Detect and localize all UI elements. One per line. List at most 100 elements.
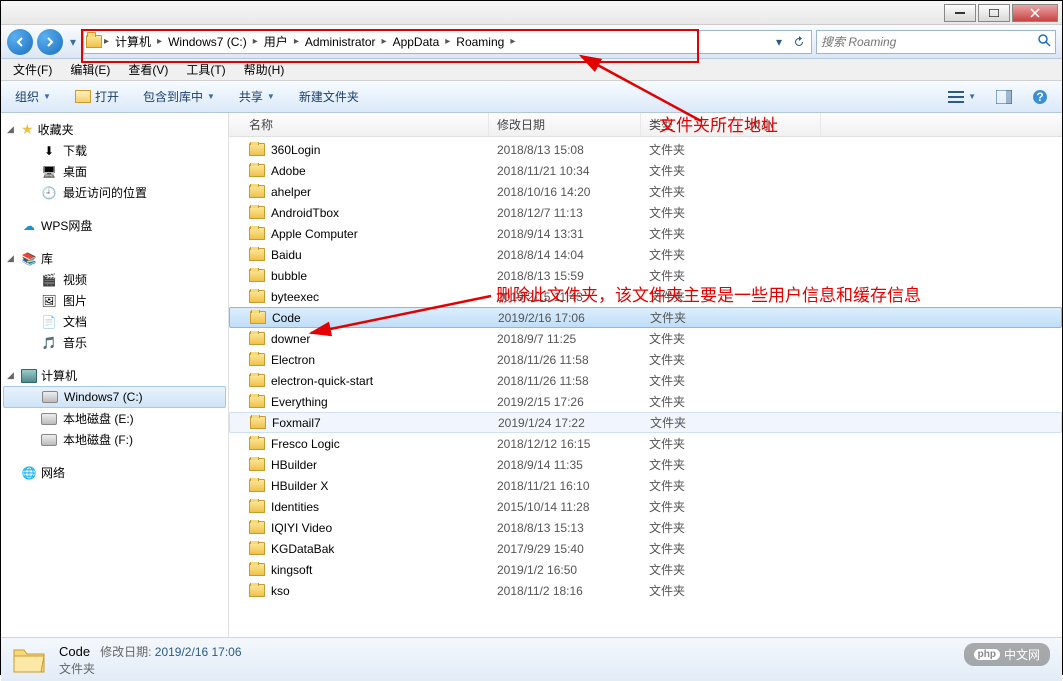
file-name: 360Login	[271, 143, 320, 157]
sidebar-item-music[interactable]: 🎵音乐	[1, 332, 228, 353]
file-name: KGDataBak	[271, 542, 334, 556]
breadcrumb-item[interactable]: 计算机	[111, 31, 155, 53]
table-row[interactable]: byteexec2019/2/15 11:43文件夹	[229, 286, 1062, 307]
chevron-right-icon[interactable]: ▸	[251, 36, 260, 47]
search-box[interactable]	[816, 30, 1056, 54]
file-date: 2018/12/12 16:15	[489, 437, 641, 451]
menu-view[interactable]: 查看(V)	[120, 59, 176, 80]
sidebar-item-recent[interactable]: 🕘最近访问的位置	[1, 182, 228, 203]
organize-button[interactable]: 组织 ▼	[9, 86, 57, 107]
table-row[interactable]: Fresco Logic2018/12/12 16:15文件夹	[229, 433, 1062, 454]
table-row[interactable]: IQIYI Video2018/8/13 15:13文件夹	[229, 517, 1062, 538]
computer-icon	[21, 368, 37, 384]
table-row[interactable]: Adobe2018/11/21 10:34文件夹	[229, 160, 1062, 181]
open-button[interactable]: 打开	[69, 86, 125, 107]
table-row[interactable]: KGDataBak2017/9/29 15:40文件夹	[229, 538, 1062, 559]
sidebar-item-pictures[interactable]: 🖼图片	[1, 290, 228, 311]
table-row[interactable]: kingsoft2019/1/2 16:50文件夹	[229, 559, 1062, 580]
address-dropdown-icon[interactable]: ▾	[769, 31, 789, 53]
sidebar-computer[interactable]: ◢计算机	[1, 365, 228, 386]
sidebar-item-downloads[interactable]: ⬇下载	[1, 140, 228, 161]
help-button[interactable]: ?	[1026, 87, 1054, 107]
table-row[interactable]: 360Login2018/8/13 15:08文件夹	[229, 139, 1062, 160]
file-list: 名称 修改日期 类型 大小 360Login2018/8/13 15:08文件夹…	[229, 113, 1062, 637]
sidebar-item-drive-c[interactable]: Windows7 (C:)	[3, 386, 226, 408]
table-row[interactable]: Code2019/2/16 17:06文件夹	[229, 307, 1062, 328]
chevron-right-icon[interactable]: ▸	[155, 36, 164, 47]
table-row[interactable]: ahelper2018/10/16 14:20文件夹	[229, 181, 1062, 202]
file-type: 文件夹	[641, 561, 741, 578]
menu-file[interactable]: 文件(F)	[5, 59, 60, 80]
table-row[interactable]: HBuilder X2018/11/21 16:10文件夹	[229, 475, 1062, 496]
preview-pane-button[interactable]	[990, 88, 1018, 106]
sidebar-favorites[interactable]: ◢★收藏夹	[1, 119, 228, 140]
table-row[interactable]: Electron2018/11/26 11:58文件夹	[229, 349, 1062, 370]
breadcrumb-item[interactable]: Roaming	[452, 31, 508, 53]
refresh-button[interactable]	[789, 31, 809, 53]
file-type: 文件夹	[641, 330, 741, 347]
sidebar-item-drive-e[interactable]: 本地磁盘 (E:)	[1, 408, 228, 429]
folder-icon	[249, 205, 265, 221]
sidebar-libraries[interactable]: ◢📚库	[1, 248, 228, 269]
table-row[interactable]: downer2018/9/7 11:25文件夹	[229, 328, 1062, 349]
column-name[interactable]: 名称	[241, 113, 489, 136]
breadcrumb-item[interactable]: AppData	[389, 31, 444, 53]
sidebar-item-documents[interactable]: 📄文档	[1, 311, 228, 332]
breadcrumb-item[interactable]: Administrator	[301, 31, 380, 53]
sidebar-network[interactable]: 🌐网络	[1, 462, 228, 483]
breadcrumb-item[interactable]: 用户	[260, 31, 292, 53]
sidebar-item-desktop[interactable]: 🖥桌面	[1, 161, 228, 182]
table-row[interactable]: Baidu2018/8/14 14:04文件夹	[229, 244, 1062, 265]
table-row[interactable]: bubble2018/8/13 15:59文件夹	[229, 265, 1062, 286]
chevron-right-icon[interactable]: ▸	[508, 36, 517, 47]
table-row[interactable]: HBuilder2018/9/14 11:35文件夹	[229, 454, 1062, 475]
view-options-button[interactable]: ▼	[942, 88, 982, 106]
column-size[interactable]: 大小	[741, 113, 821, 136]
table-row[interactable]: kso2018/11/2 18:16文件夹	[229, 580, 1062, 601]
folder-icon	[249, 373, 265, 389]
include-library-button[interactable]: 包含到库中 ▼	[137, 86, 221, 107]
recent-icon: 🕘	[41, 185, 57, 201]
folder-icon	[249, 541, 265, 557]
breadcrumb-item[interactable]: Windows7 (C:)	[164, 31, 251, 53]
column-type[interactable]: 类型	[641, 113, 741, 136]
file-type: 文件夹	[641, 435, 741, 452]
menu-tools[interactable]: 工具(T)	[178, 59, 233, 80]
sidebar-item-videos[interactable]: 🎬视频	[1, 269, 228, 290]
file-name: IQIYI Video	[271, 521, 332, 535]
file-rows[interactable]: 360Login2018/8/13 15:08文件夹Adobe2018/11/2…	[229, 137, 1062, 637]
search-icon[interactable]	[1037, 33, 1051, 50]
address-bar[interactable]: ▸ 计算机 ▸ Windows7 (C:) ▸ 用户 ▸ Administrat…	[83, 30, 812, 54]
maximize-button[interactable]	[978, 4, 1010, 22]
new-folder-button[interactable]: 新建文件夹	[293, 86, 365, 107]
column-date[interactable]: 修改日期	[489, 113, 641, 136]
chevron-right-icon[interactable]: ▸	[380, 36, 389, 47]
close-button[interactable]	[1012, 4, 1058, 22]
folder-icon	[249, 562, 265, 578]
table-row[interactable]: Everything2019/2/15 17:26文件夹	[229, 391, 1062, 412]
file-date: 2019/2/15 17:26	[489, 395, 641, 409]
file-date: 2018/9/14 13:31	[489, 227, 641, 241]
sidebar-wps[interactable]: ☁WPS网盘	[1, 215, 228, 236]
back-button[interactable]	[7, 29, 33, 55]
history-dropdown-icon[interactable]: ▾	[67, 35, 79, 49]
file-type: 文件夹	[641, 204, 741, 221]
navigation-pane[interactable]: ◢★收藏夹 ⬇下载 🖥桌面 🕘最近访问的位置 ☁WPS网盘 ◢📚库 🎬视频 🖼图…	[1, 113, 229, 637]
table-row[interactable]: AndroidTbox2018/12/7 11:13文件夹	[229, 202, 1062, 223]
chevron-down-icon: ◢	[7, 124, 14, 135]
chevron-right-icon[interactable]: ▸	[102, 36, 111, 47]
file-date: 2019/1/2 16:50	[489, 563, 641, 577]
sidebar-item-drive-f[interactable]: 本地磁盘 (F:)	[1, 429, 228, 450]
share-button[interactable]: 共享 ▼	[233, 86, 281, 107]
chevron-right-icon[interactable]: ▸	[443, 36, 452, 47]
table-row[interactable]: electron-quick-start2018/11/26 11:58文件夹	[229, 370, 1062, 391]
chevron-right-icon[interactable]: ▸	[292, 36, 301, 47]
menu-help[interactable]: 帮助(H)	[236, 59, 293, 80]
search-input[interactable]	[821, 31, 1037, 53]
forward-button[interactable]	[37, 29, 63, 55]
minimize-button[interactable]	[944, 4, 976, 22]
menu-edit[interactable]: 编辑(E)	[62, 59, 118, 80]
table-row[interactable]: Foxmail72019/1/24 17:22文件夹	[229, 412, 1062, 433]
table-row[interactable]: Identities2015/10/14 11:28文件夹	[229, 496, 1062, 517]
table-row[interactable]: Apple Computer2018/9/14 13:31文件夹	[229, 223, 1062, 244]
